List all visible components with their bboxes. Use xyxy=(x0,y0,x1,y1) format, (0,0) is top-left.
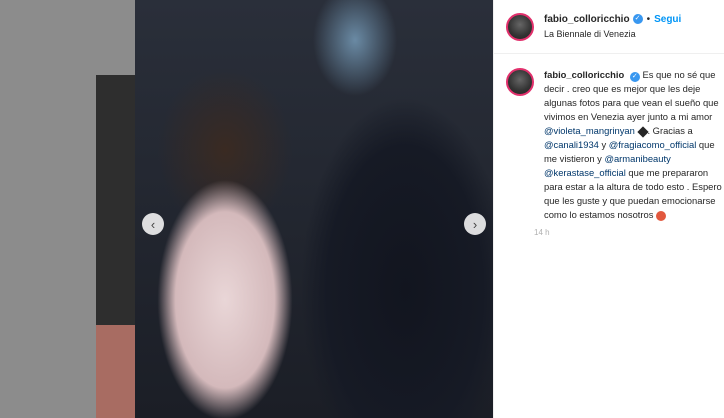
verified-badge-icon: ✓ xyxy=(632,14,643,24)
post-sidebar: fabio_colloricchio ✓ • Segui La Biennale… xyxy=(493,0,724,418)
caption-part-3: y xyxy=(601,139,607,150)
background-image-fragment xyxy=(96,75,135,325)
emotional-face-emoji-icon xyxy=(656,210,667,221)
caption-avatar[interactable] xyxy=(506,68,534,96)
caption-part-2: Gracias a xyxy=(652,125,693,136)
post-media[interactable]: ‹ › xyxy=(135,0,493,418)
caption: fabio_colloricchio ✓ Es que no sé que de… xyxy=(494,54,724,237)
verified-badge-icon: ✓ xyxy=(629,72,640,82)
chevron-right-icon: › xyxy=(472,216,478,232)
header-row: fabio_colloricchio ✓ • Segui xyxy=(544,12,681,27)
separator-dot: • xyxy=(646,13,651,25)
mention-link[interactable]: @violeta_mangrinyan xyxy=(544,125,635,136)
mention-link[interactable]: @armanibeauty xyxy=(604,153,670,164)
background-page-strip xyxy=(0,0,135,418)
location-link[interactable]: La Biennale di Venezia xyxy=(544,27,681,42)
header-info: fabio_colloricchio ✓ • Segui La Biennale… xyxy=(544,12,681,42)
avatar[interactable] xyxy=(506,12,534,41)
post-photo xyxy=(135,0,493,418)
mention-link[interactable]: @canali1934 xyxy=(544,139,599,150)
post-modal: ‹ › fabio_colloricchio ✓ • Segui La Bien… xyxy=(135,0,724,418)
background-image-fragment-bottom xyxy=(96,325,135,418)
chevron-left-icon: ‹ xyxy=(150,216,156,232)
black-heart-emoji-icon xyxy=(637,125,650,138)
next-photo-button[interactable]: › xyxy=(464,213,486,235)
post-header: fabio_colloricchio ✓ • Segui La Biennale… xyxy=(494,0,724,54)
username-link[interactable]: fabio_colloricchio xyxy=(544,12,630,27)
follow-button[interactable]: Segui xyxy=(654,12,681,27)
previous-photo-button[interactable]: ‹ xyxy=(142,213,164,235)
mention-link[interactable]: @kerastase_official xyxy=(544,167,626,178)
mention-link[interactable]: @fragiacomo_official xyxy=(609,139,697,150)
caption-text: fabio_colloricchio ✓ Es que no sé que de… xyxy=(544,69,722,221)
post-timestamp: 14 h xyxy=(534,228,550,237)
caption-username-link[interactable]: fabio_colloricchio xyxy=(544,69,624,80)
